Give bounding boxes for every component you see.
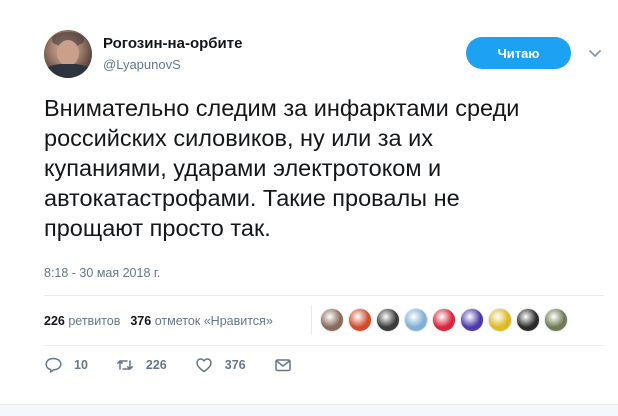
tweet-timestamp[interactable]: 8:18 - 30 мая 2018 г.	[44, 266, 160, 280]
retweet-icon	[116, 360, 133, 370]
liker-avatar[interactable]	[544, 308, 568, 332]
like-count: 376	[224, 358, 246, 372]
liker-avatar[interactable]	[488, 308, 512, 332]
liker-avatar[interactable]	[376, 308, 400, 332]
retweets-stat[interactable]: 226 ретвитов	[44, 314, 120, 328]
direct-message-button[interactable]	[274, 356, 292, 374]
avatar-suit	[44, 64, 92, 78]
retweets-stat-label: ретвитов	[68, 314, 121, 328]
tweet-actions: 10 226 376	[44, 356, 320, 374]
bottom-strip	[0, 404, 618, 416]
user-handle[interactable]: @LyapunovS	[103, 57, 181, 72]
stats-divider	[311, 305, 312, 335]
divider-bottom	[44, 345, 604, 346]
retweet-button[interactable]: 226	[116, 356, 167, 374]
liker-avatar[interactable]	[320, 308, 344, 332]
tweet-text: Внимательно следим за инфарктами среди р…	[44, 95, 520, 241]
likes-stat-count: 376	[130, 314, 152, 328]
tweet-stats: 226 ретвитов 376 отметок «Нравится»	[44, 314, 273, 328]
divider-top	[44, 295, 604, 296]
chevron-down-icon[interactable]	[586, 44, 604, 62]
heart-icon	[196, 358, 212, 373]
tweet-card: Рогозин-на-орбите @LyapunovS Читаю Внима…	[0, 0, 618, 416]
like-button[interactable]: 376	[195, 356, 246, 374]
reply-icon	[45, 357, 62, 373]
following-button[interactable]: Читаю	[466, 37, 571, 69]
liker-avatar[interactable]	[404, 308, 428, 332]
retweet-count: 226	[145, 358, 167, 372]
display-name[interactable]: Рогозин-на-орбите	[103, 35, 242, 52]
reply-button[interactable]: 10	[44, 356, 88, 374]
liker-avatar[interactable]	[460, 308, 484, 332]
avatar-face	[57, 40, 79, 66]
reply-count: 10	[74, 358, 88, 372]
liker-avatar[interactable]	[432, 308, 456, 332]
liker-avatars	[320, 308, 568, 332]
likes-stat[interactable]: 376 отметок «Нравится»	[130, 314, 272, 328]
avatar[interactable]	[44, 30, 92, 78]
envelope-icon	[274, 359, 291, 372]
liker-avatar[interactable]	[348, 308, 372, 332]
likes-stat-label: отметок «Нравится»	[154, 314, 273, 328]
liker-avatar[interactable]	[516, 308, 540, 332]
retweets-stat-count: 226	[44, 314, 65, 328]
